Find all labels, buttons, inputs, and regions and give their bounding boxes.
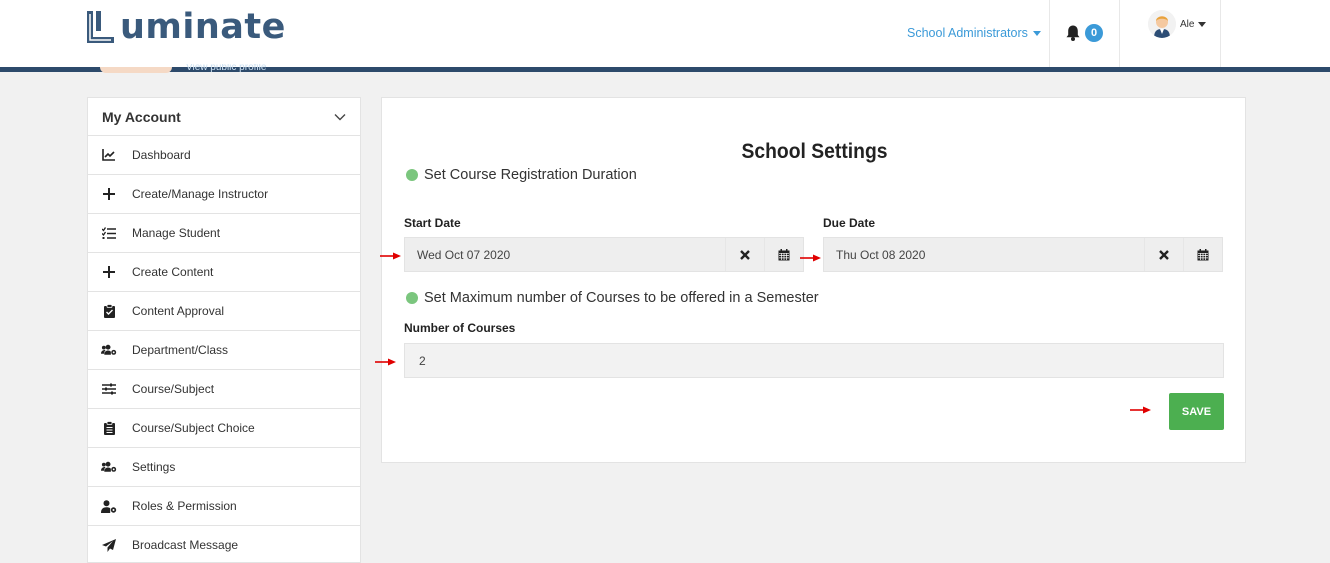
calendar-icon	[778, 248, 790, 260]
start-date-field[interactable]: Wed Oct 07 2020	[404, 237, 804, 272]
notifications-button[interactable]: 0	[1064, 24, 1103, 42]
section-heading-text: Set Course Registration Duration	[424, 167, 637, 183]
logo-text: uminate	[120, 7, 286, 47]
sidebar-item-content-approval[interactable]: Content Approval	[88, 292, 360, 331]
sidebar-item-broadcast-message[interactable]: Broadcast Message	[88, 526, 360, 563]
profile-photo	[100, 67, 172, 73]
users-cog-icon	[101, 342, 117, 358]
plus-icon	[101, 264, 117, 280]
sidebar-item-label: Create/Manage Instructor	[132, 187, 269, 201]
sidebar-item-label: Create Content	[132, 265, 214, 279]
section-max-courses-heading: Set Maximum number of Courses to be offe…	[406, 290, 819, 306]
luminate-logo[interactable]: uminate	[84, 6, 286, 48]
clipboard-check-icon	[101, 303, 117, 319]
navbar-divider	[1220, 0, 1221, 67]
sidebar-item-course-subject[interactable]: Course/Subject	[88, 370, 360, 409]
clear-due-date-button[interactable]	[1144, 238, 1183, 271]
number-of-courses-input[interactable]: 2	[404, 343, 1224, 378]
calendar-icon	[1197, 248, 1209, 260]
due-date-label: Due Date	[823, 216, 876, 230]
page-title: School Settings	[741, 140, 888, 163]
status-dot-icon	[406, 169, 418, 181]
top-navbar: uminate School Administrators 0 Ale	[0, 0, 1330, 67]
user-menu[interactable]: Ale	[1148, 10, 1207, 38]
caret-down-icon	[1032, 30, 1041, 36]
sidebar-item-label: Content Approval	[132, 304, 225, 318]
role-dropdown[interactable]: School Administrators	[907, 26, 1041, 40]
sidebar-item-label: Broadcast Message	[132, 538, 239, 552]
sidebar-item-label: Roles & Permission	[132, 499, 237, 513]
users-cog-icon	[101, 459, 117, 475]
avatar	[1148, 10, 1176, 38]
caret-down-icon	[1198, 21, 1207, 27]
sidebar-item-dashboard[interactable]: Dashboard	[88, 136, 360, 175]
bell-icon	[1066, 25, 1080, 41]
annotation-arrow-icon	[800, 254, 821, 262]
section-registration-heading: Set Course Registration Duration	[406, 167, 637, 183]
close-icon	[1159, 249, 1169, 260]
sidebar-item-course-subject-choice[interactable]: Course/Subject Choice	[88, 409, 360, 448]
annotation-arrow-icon	[375, 358, 396, 366]
annotation-arrow-icon	[380, 252, 401, 260]
number-of-courses-label: Number of Courses	[404, 321, 516, 335]
account-sidebar: My Account Dashboard Create/Manage Instr…	[87, 97, 361, 563]
plus-icon	[101, 186, 117, 202]
sidebar-item-manage-student[interactable]: Manage Student	[88, 214, 360, 253]
due-date-field[interactable]: Thu Oct 08 2020	[823, 237, 1223, 272]
close-icon	[740, 249, 750, 260]
navbar-divider	[1049, 0, 1050, 67]
chevron-down-icon	[334, 113, 346, 120]
sliders-icon	[101, 381, 117, 397]
start-date-value: Wed Oct 07 2020	[417, 247, 511, 262]
sidebar-item-create-content[interactable]: Create Content	[88, 253, 360, 292]
due-date-calendar-button[interactable]	[1183, 238, 1222, 271]
status-dot-icon	[406, 292, 418, 304]
sidebar-header[interactable]: My Account	[88, 98, 360, 136]
sidebar-item-settings[interactable]: Settings	[88, 448, 360, 487]
logo-l-icon	[87, 11, 114, 43]
school-settings-card: School Settings Set Course Registration …	[381, 97, 1246, 463]
sidebar-item-roles-permission[interactable]: Roles & Permission	[88, 487, 360, 526]
save-button[interactable]: SAVE	[1169, 393, 1224, 430]
role-dropdown-label: School Administrators	[907, 26, 1028, 40]
user-cog-icon	[101, 498, 117, 514]
start-date-label: Start Date	[404, 216, 461, 230]
sidebar-item-label: Course/Subject	[132, 382, 215, 396]
paper-plane-icon	[101, 537, 117, 553]
sidebar-title: My Account	[102, 108, 181, 125]
sidebar-item-label: Course/Subject Choice	[132, 421, 255, 435]
list-check-icon	[101, 225, 117, 241]
clear-start-date-button[interactable]	[725, 238, 764, 271]
notification-count-badge: 0	[1085, 24, 1103, 42]
sidebar-item-department-class[interactable]: Department/Class	[88, 331, 360, 370]
clipboard-list-icon	[101, 420, 117, 436]
due-date-value: Thu Oct 08 2020	[836, 247, 926, 262]
chart-icon	[101, 147, 117, 163]
sidebar-item-label: Dashboard	[132, 148, 191, 162]
user-name: Ale	[1180, 18, 1195, 30]
sidebar-item-label: Department/Class	[132, 343, 229, 357]
sidebar-item-label: Settings	[132, 460, 176, 474]
navbar-divider	[1119, 0, 1120, 67]
view-public-profile-link[interactable]: View public profile	[186, 64, 266, 72]
section-heading-text: Set Maximum number of Courses to be offe…	[424, 290, 819, 306]
start-date-calendar-button[interactable]	[764, 238, 803, 271]
sidebar-item-label: Manage Student	[132, 226, 221, 240]
sidebar-item-create-manage-instructor[interactable]: Create/Manage Instructor	[88, 175, 360, 214]
annotation-arrow-icon	[1130, 406, 1151, 414]
user-avatar-icon	[1148, 10, 1176, 38]
